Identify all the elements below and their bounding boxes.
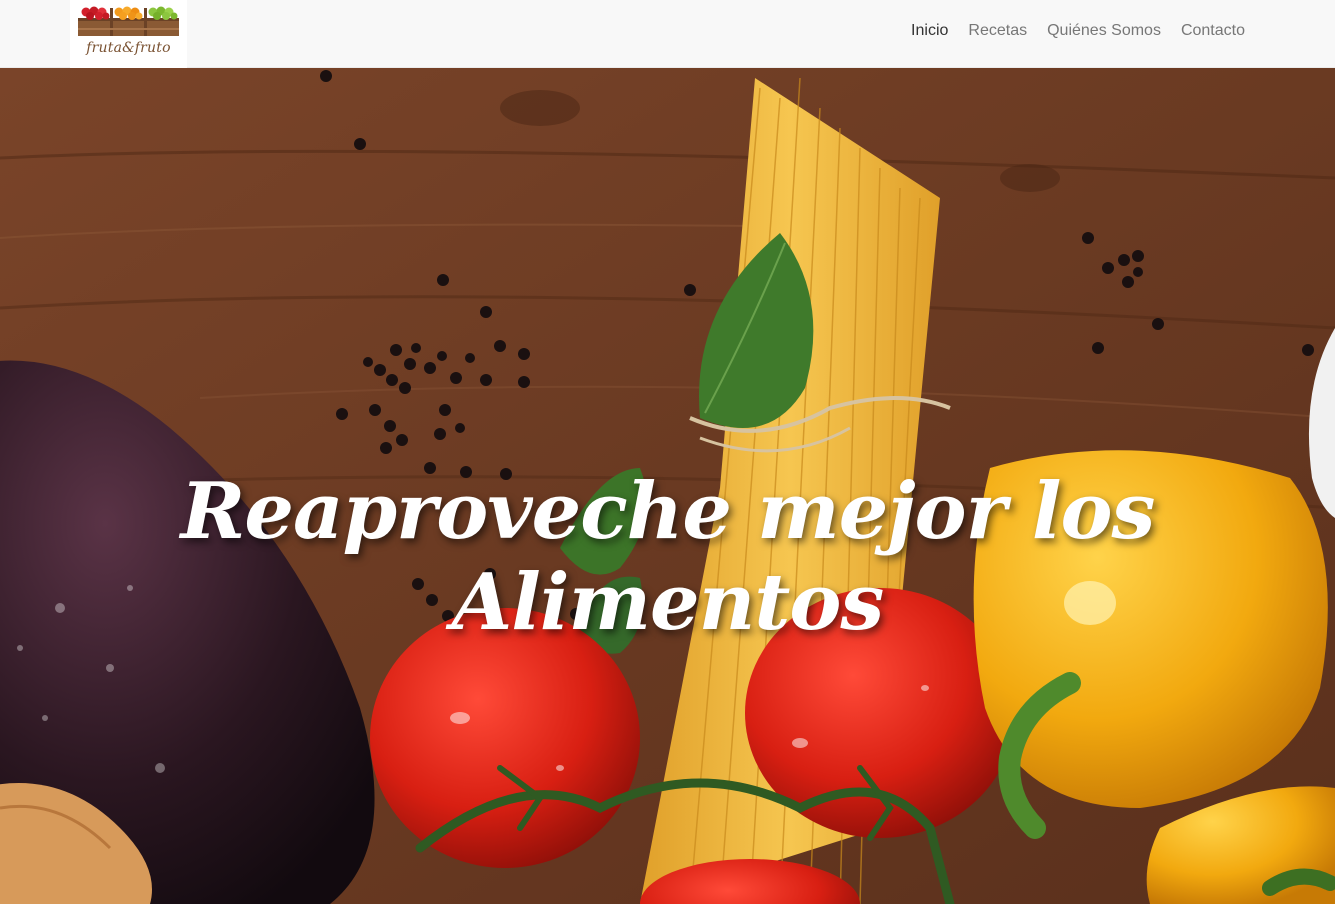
nav-item-recetas[interactable]: Recetas bbox=[968, 22, 1027, 40]
main-nav: Inicio Recetas Quiénes Somos Contacto bbox=[911, 0, 1245, 62]
brand-logo[interactable]: fruta&fruto bbox=[70, 0, 187, 68]
hero-section: Reaproveche mejor los Alimentos bbox=[0, 68, 1335, 904]
brand-logo-text: fruta&fruto bbox=[86, 40, 171, 56]
hero-title: Reaproveche mejor los Alimentos bbox=[180, 466, 1156, 648]
fruit-crate-logo bbox=[78, 6, 179, 36]
nav-item-quienes-somos[interactable]: Quiénes Somos bbox=[1047, 22, 1161, 40]
nav-item-contacto[interactable]: Contacto bbox=[1181, 22, 1245, 40]
nav-item-inicio[interactable]: Inicio bbox=[911, 22, 948, 40]
navbar: fruta&fruto Inicio Recetas Quiénes Somos… bbox=[0, 0, 1335, 68]
